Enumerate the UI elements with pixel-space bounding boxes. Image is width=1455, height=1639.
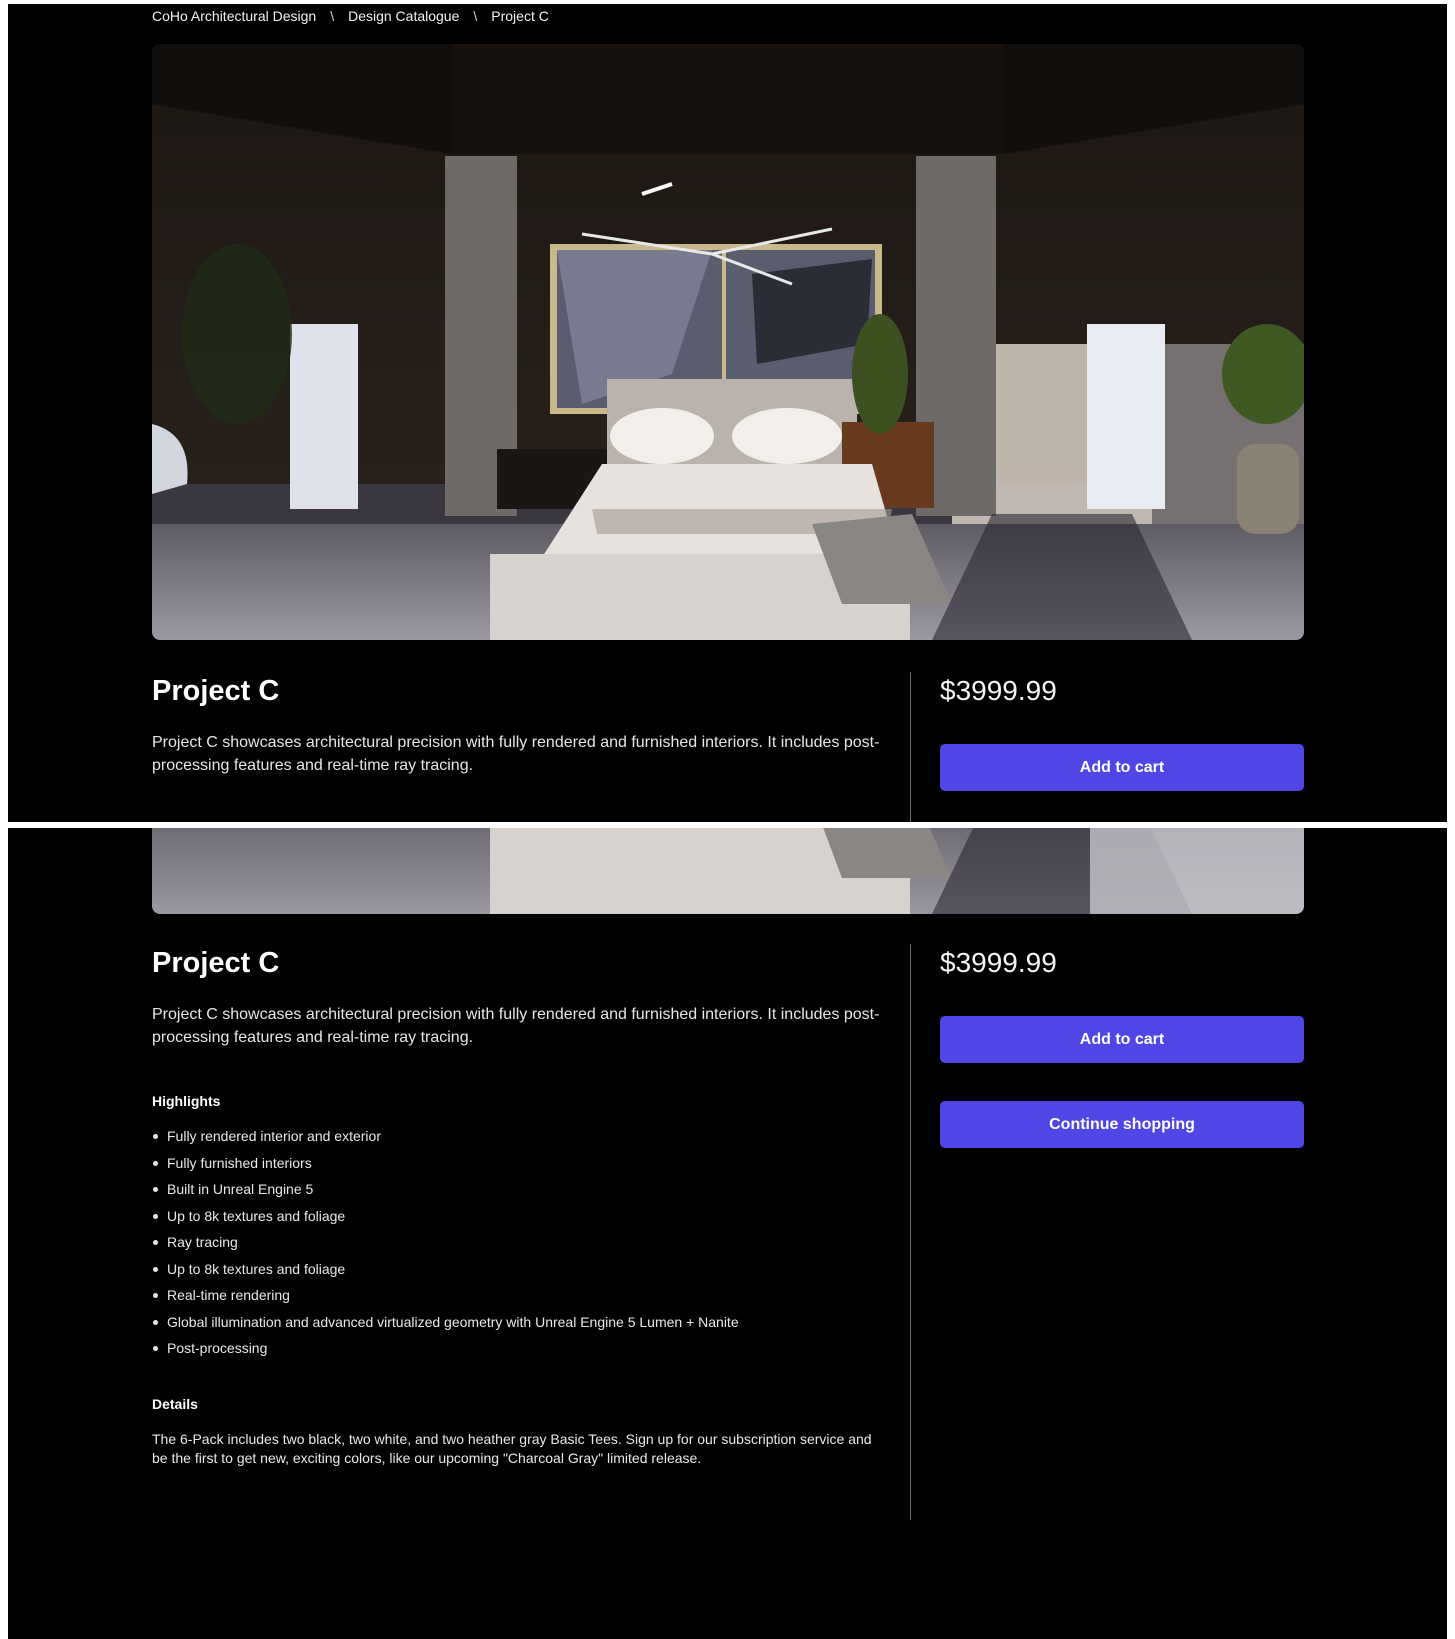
product-image [152, 828, 1304, 914]
product-description: Project C showcases architectural precis… [152, 734, 880, 774]
list-item: Fully rendered interior and exterior [152, 1126, 739, 1153]
list-item: Up to 8k textures and foliage [152, 1259, 739, 1286]
product-title: Project C [152, 675, 280, 707]
column-divider [910, 944, 911, 1520]
breadcrumb-separator: \ [330, 8, 335, 24]
highlights-list: Fully rendered interior and exterior Ful… [152, 1126, 739, 1365]
product-info: Project C Project C showcases architectu… [152, 673, 882, 777]
details-heading: Details [152, 1396, 198, 1412]
bedroom-render-image [152, 44, 1304, 640]
breadcrumb-catalogue-link[interactable]: Design Catalogue [348, 8, 459, 24]
list-item: Up to 8k textures and foliage [152, 1206, 739, 1233]
product-info: Project C Project C showcases architectu… [152, 945, 882, 1049]
product-description: Project C showcases architectural precis… [152, 1006, 880, 1046]
add-to-cart-button[interactable]: Add to cart [940, 744, 1304, 791]
continue-shopping-button[interactable]: Continue shopping [940, 1101, 1304, 1148]
list-item: Fully furnished interiors [152, 1153, 739, 1180]
product-page-bottom: Project C Project C showcases architectu… [8, 828, 1447, 1639]
list-item: Real-time rendering [152, 1285, 739, 1312]
add-to-cart-button[interactable]: Add to cart [940, 1016, 1304, 1063]
product-image [152, 44, 1304, 640]
breadcrumb: CoHo Architectural Design \ Design Catal… [152, 6, 549, 26]
product-title: Project C [152, 947, 280, 979]
list-item: Ray tracing [152, 1232, 739, 1259]
list-item: Post-processing [152, 1338, 739, 1365]
highlights-heading: Highlights [152, 1093, 221, 1109]
product-price: $3999.99 [940, 947, 1057, 978]
breadcrumb-separator: \ [473, 8, 478, 24]
details-text: The 6-Pack includes two black, two white… [152, 1431, 872, 1466]
list-item: Global illumination and advanced virtual… [152, 1312, 739, 1339]
product-price: $3999.99 [940, 675, 1057, 706]
column-divider [910, 672, 911, 822]
product-page-top: CoHo Architectural Design \ Design Catal… [8, 4, 1447, 822]
breadcrumb-current: Project C [491, 8, 549, 24]
bedroom-render-image [152, 828, 1304, 914]
breadcrumb-home-link[interactable]: CoHo Architectural Design [152, 8, 316, 24]
list-item: Built in Unreal Engine 5 [152, 1179, 739, 1206]
